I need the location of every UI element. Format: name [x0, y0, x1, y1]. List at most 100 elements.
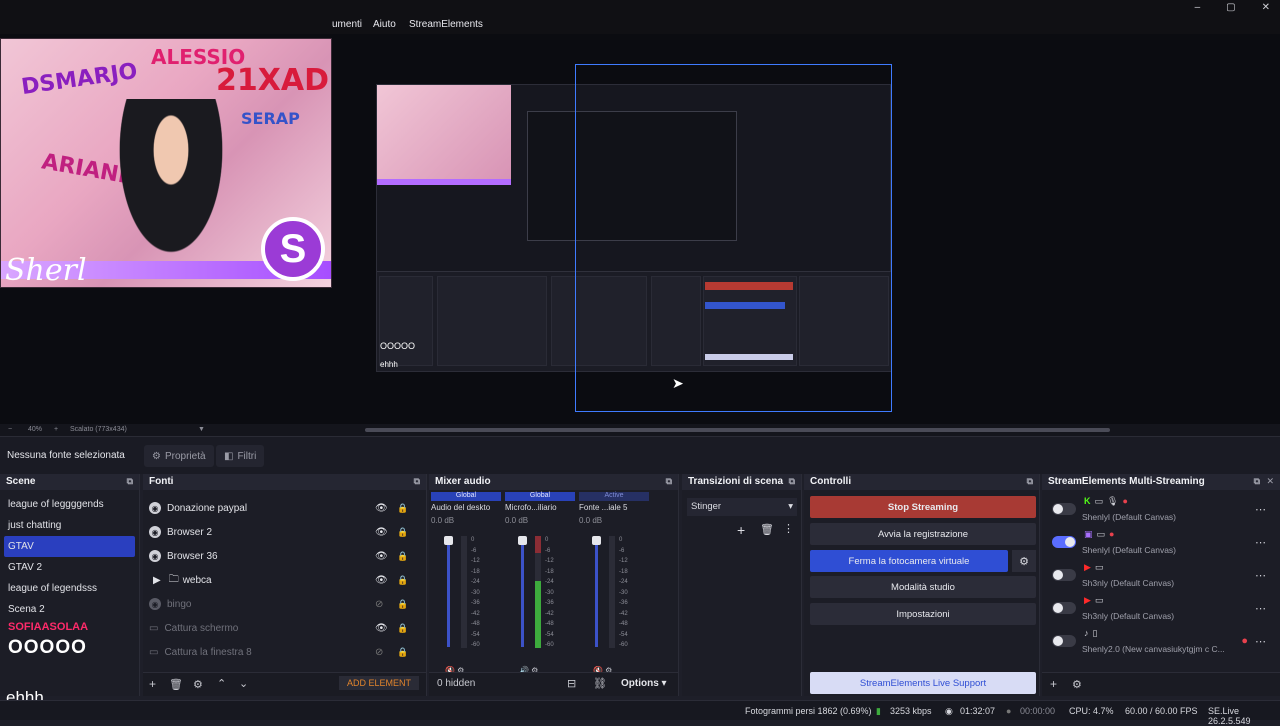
stop-streaming-button[interactable]: Stop Streaming: [810, 496, 1036, 518]
more-icon[interactable]: ⋯: [1255, 602, 1266, 615]
link-icon[interactable]: ⛓: [593, 677, 607, 690]
youtube-icon: ▶: [1084, 562, 1091, 572]
zoom-dropdown-icon[interactable]: ▼: [198, 426, 205, 433]
eye-hidden-icon[interactable]: ⊘: [375, 599, 383, 610]
browser-icon: ◉: [149, 502, 161, 514]
add-transition-icon[interactable]: +: [737, 522, 745, 538]
menu-tools[interactable]: umenti: [332, 19, 362, 30]
more-icon[interactable]: ⋯: [1255, 503, 1266, 516]
eye-icon[interactable]: 👁: [375, 623, 388, 634]
volume-knob[interactable]: [592, 536, 601, 545]
channel-name[interactable]: Microfo...iliario: [505, 503, 575, 512]
source-item[interactable]: ▭ Cattura schermo 👁 🔒: [143, 616, 426, 640]
chevron-right-icon[interactable]: ▶: [153, 575, 161, 586]
eye-icon[interactable]: 👁: [375, 527, 388, 538]
add-element-button[interactable]: ADD ELEMENT: [339, 676, 420, 690]
source-item[interactable]: ◉ Donazione paypal 👁 🔒: [143, 496, 426, 520]
more-icon[interactable]: ⋯: [1255, 536, 1266, 549]
scene-item[interactable]: league of leggggends: [0, 494, 139, 515]
cpu-usage: CPU: 4.7%: [1069, 706, 1114, 716]
minimize-button[interactable]: –: [1195, 2, 1201, 13]
popout-icon[interactable]: ⧉: [789, 476, 795, 487]
zoom-out-icon[interactable]: −: [8, 426, 12, 433]
menu-streamelements[interactable]: StreamElements: [409, 19, 483, 30]
properties-button[interactable]: ⚙ Proprietà: [144, 445, 214, 467]
source-item[interactable]: ▭ Cattura la finestra 8 ⊘ 🔒: [143, 640, 426, 664]
volume-knob[interactable]: [444, 536, 453, 545]
status-bar: Fotogrammi persi 1862 (0.69%) ▮ 3253 kbp…: [0, 700, 1280, 726]
eye-icon[interactable]: 👁: [375, 503, 388, 514]
studio-mode-button[interactable]: Modalità studio: [810, 576, 1036, 598]
popout-icon[interactable]: ⧉: [1027, 476, 1033, 487]
stream-toggle[interactable]: [1052, 602, 1076, 614]
chevron-down-icon[interactable]: ⌄: [239, 677, 248, 690]
eye-hidden-icon[interactable]: ⊘: [375, 647, 383, 658]
gear-icon[interactable]: ⚙: [193, 678, 203, 691]
layout-icon[interactable]: ⊟: [567, 677, 576, 690]
mixer-channel: Active Fonte ...iale 5 0.0 dB 0 -6 -12 -18-…: [579, 492, 649, 675]
gear-icon[interactable]: ⚙: [1072, 678, 1082, 691]
lock-icon[interactable]: 🔒: [397, 599, 408, 610]
popout-icon[interactable]: ⧉: [127, 476, 133, 487]
preview-scrollbar[interactable]: [365, 428, 1110, 432]
scene-item[interactable]: GTAV 2: [0, 557, 139, 578]
popout-icon[interactable]: ⧉: [414, 476, 420, 487]
channel-name[interactable]: Audio del deskto: [431, 503, 501, 512]
transition-select[interactable]: Stinger ▾: [687, 498, 797, 516]
volume-slider[interactable]: [595, 537, 598, 647]
multistream-row: ♪ ▯ Shenly2.0 (New canvasiukytgjm c C... …: [1042, 626, 1274, 659]
stream-toggle[interactable]: [1052, 503, 1076, 515]
stream-toggle[interactable]: [1052, 569, 1076, 581]
chevron-up-icon[interactable]: ⌃: [217, 677, 226, 690]
close-button[interactable]: ✕: [1262, 2, 1270, 13]
eye-icon[interactable]: 👁: [375, 575, 388, 586]
volume-knob[interactable]: [518, 536, 527, 545]
source-item[interactable]: ◉ Browser 36 👁 🔒: [143, 544, 426, 568]
volume-slider[interactable]: [447, 537, 450, 647]
maximize-button[interactable]: ▢: [1226, 2, 1235, 13]
nested-webcam: [377, 85, 511, 185]
close-icon[interactable]: ✕: [1266, 476, 1274, 487]
options-button[interactable]: Options ▾: [621, 678, 667, 689]
add-icon[interactable]: +: [1050, 677, 1057, 691]
webcam-source[interactable]: DSMARJO ALESSIO 21XAD ARIANNA SERAP Sher…: [0, 38, 332, 288]
browser-icon: ◉: [149, 598, 161, 610]
lock-icon[interactable]: 🔒: [397, 551, 408, 562]
stream-toggle[interactable]: [1052, 536, 1076, 548]
zoom-in-icon[interactable]: +: [54, 426, 58, 433]
volume-slider[interactable]: [521, 537, 524, 647]
menu-help[interactable]: Aiuto: [373, 19, 396, 30]
source-group[interactable]: ▶ 🗀 webca 👁 🔒: [143, 568, 426, 592]
source-item[interactable]: ◉ bingo ⊘ 🔒: [143, 592, 426, 616]
virtual-camera-settings-icon[interactable]: ⚙: [1012, 550, 1036, 572]
scene-item[interactable]: league of legendsss: [0, 578, 139, 599]
filters-button[interactable]: ◧ Filtri: [216, 445, 265, 467]
trash-icon[interactable]: 🗑: [760, 523, 774, 536]
window-controls: – ▢ ✕: [1195, 2, 1270, 13]
trash-icon[interactable]: 🗑: [169, 678, 183, 691]
eye-icon[interactable]: 👁: [375, 551, 388, 562]
settings-button[interactable]: Impostazioni: [810, 603, 1036, 625]
live-support-button[interactable]: StreamElements Live Support: [810, 672, 1036, 694]
more-icon[interactable]: ⋯: [1255, 635, 1266, 648]
lock-icon[interactable]: 🔒: [397, 647, 408, 658]
scene-item[interactable]: just chatting: [0, 515, 139, 536]
source-item[interactable]: ◉ Browser 2 👁 🔒: [143, 520, 426, 544]
scene-item-active[interactable]: GTAV: [4, 536, 135, 557]
channel-name[interactable]: Fonte ...iale 5: [579, 503, 649, 512]
popout-icon[interactable]: ⧉: [666, 476, 672, 487]
selection-box[interactable]: [575, 64, 892, 412]
add-icon[interactable]: +: [149, 677, 156, 691]
lock-icon[interactable]: 🔒: [397, 575, 408, 586]
lock-icon[interactable]: 🔒: [397, 623, 408, 634]
more-icon[interactable]: ⋮: [783, 522, 794, 535]
lock-icon[interactable]: 🔒: [397, 503, 408, 514]
lock-icon[interactable]: 🔒: [397, 527, 408, 538]
stream-toggle[interactable]: [1052, 635, 1076, 647]
more-icon[interactable]: ⋯: [1255, 569, 1266, 582]
start-recording-button[interactable]: Avvia la registrazione: [810, 523, 1036, 545]
stop-virtual-camera-button[interactable]: Ferma la fotocamera virtuale: [810, 550, 1008, 572]
scene-item[interactable]: Scena 2: [0, 599, 139, 620]
popout-icon[interactable]: ⧉: [1254, 476, 1260, 487]
gear-icon: ⚙: [152, 450, 161, 462]
